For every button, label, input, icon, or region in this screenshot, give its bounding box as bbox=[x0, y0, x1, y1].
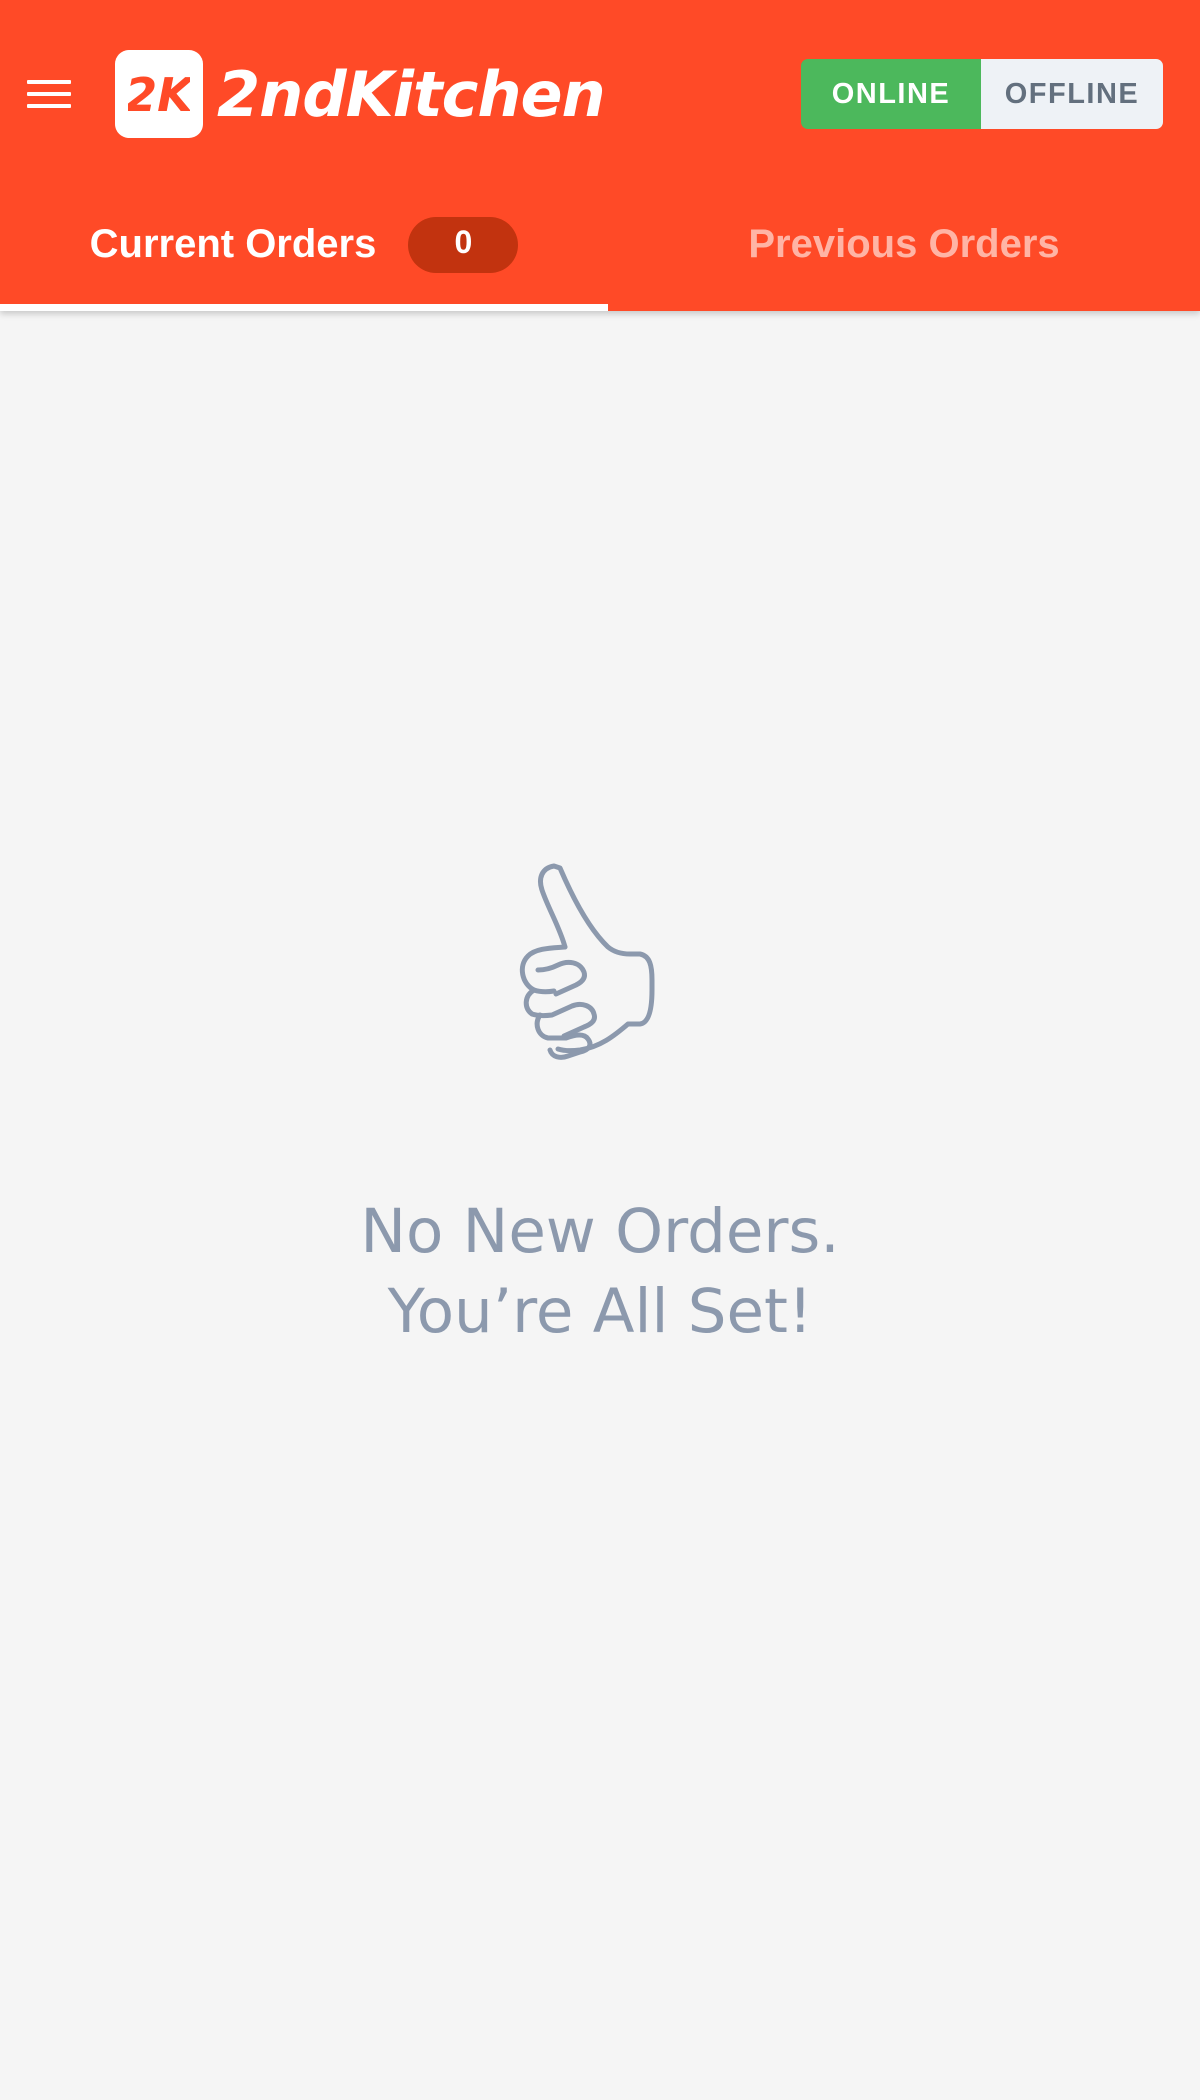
svg-text:2K: 2K bbox=[128, 68, 190, 120]
online-option[interactable]: ONLINE bbox=[801, 59, 981, 129]
empty-state-message: No New Orders. You’re All Set! bbox=[0, 1192, 1200, 1352]
brand-mark-icon: 2K bbox=[115, 50, 203, 138]
brand-name: 2ndKitchen bbox=[217, 57, 606, 131]
hamburger-menu-icon[interactable] bbox=[20, 70, 78, 118]
tab-label: Current Orders bbox=[89, 222, 377, 266]
active-tab-indicator bbox=[0, 304, 608, 311]
empty-state-line-1: No New Orders. bbox=[360, 1196, 840, 1267]
toolbar: 2K 2ndKitchen ONLINE OFFLINE bbox=[0, 0, 1200, 188]
online-status-toggle[interactable]: ONLINE OFFLINE bbox=[801, 59, 1163, 129]
app-bar: 2K 2ndKitchen ONLINE OFFLINE Current Ord… bbox=[0, 0, 1200, 311]
offline-option[interactable]: OFFLINE bbox=[981, 59, 1163, 129]
empty-state-line-2: You’re All Set! bbox=[387, 1276, 813, 1347]
order-count-badge: 0 bbox=[408, 216, 519, 273]
tab-label: Previous Orders bbox=[748, 222, 1060, 266]
brand-logo: 2K 2ndKitchen bbox=[115, 50, 606, 138]
tab-previous-orders[interactable]: Previous Orders bbox=[608, 188, 1200, 311]
tab-current-orders[interactable]: Current Orders 0 bbox=[0, 188, 608, 311]
empty-state: No New Orders. You’re All Set! bbox=[0, 840, 1200, 1352]
order-tabs: Current Orders 0 Previous Orders bbox=[0, 188, 1200, 311]
thumbs-up-icon bbox=[519, 863, 655, 1060]
